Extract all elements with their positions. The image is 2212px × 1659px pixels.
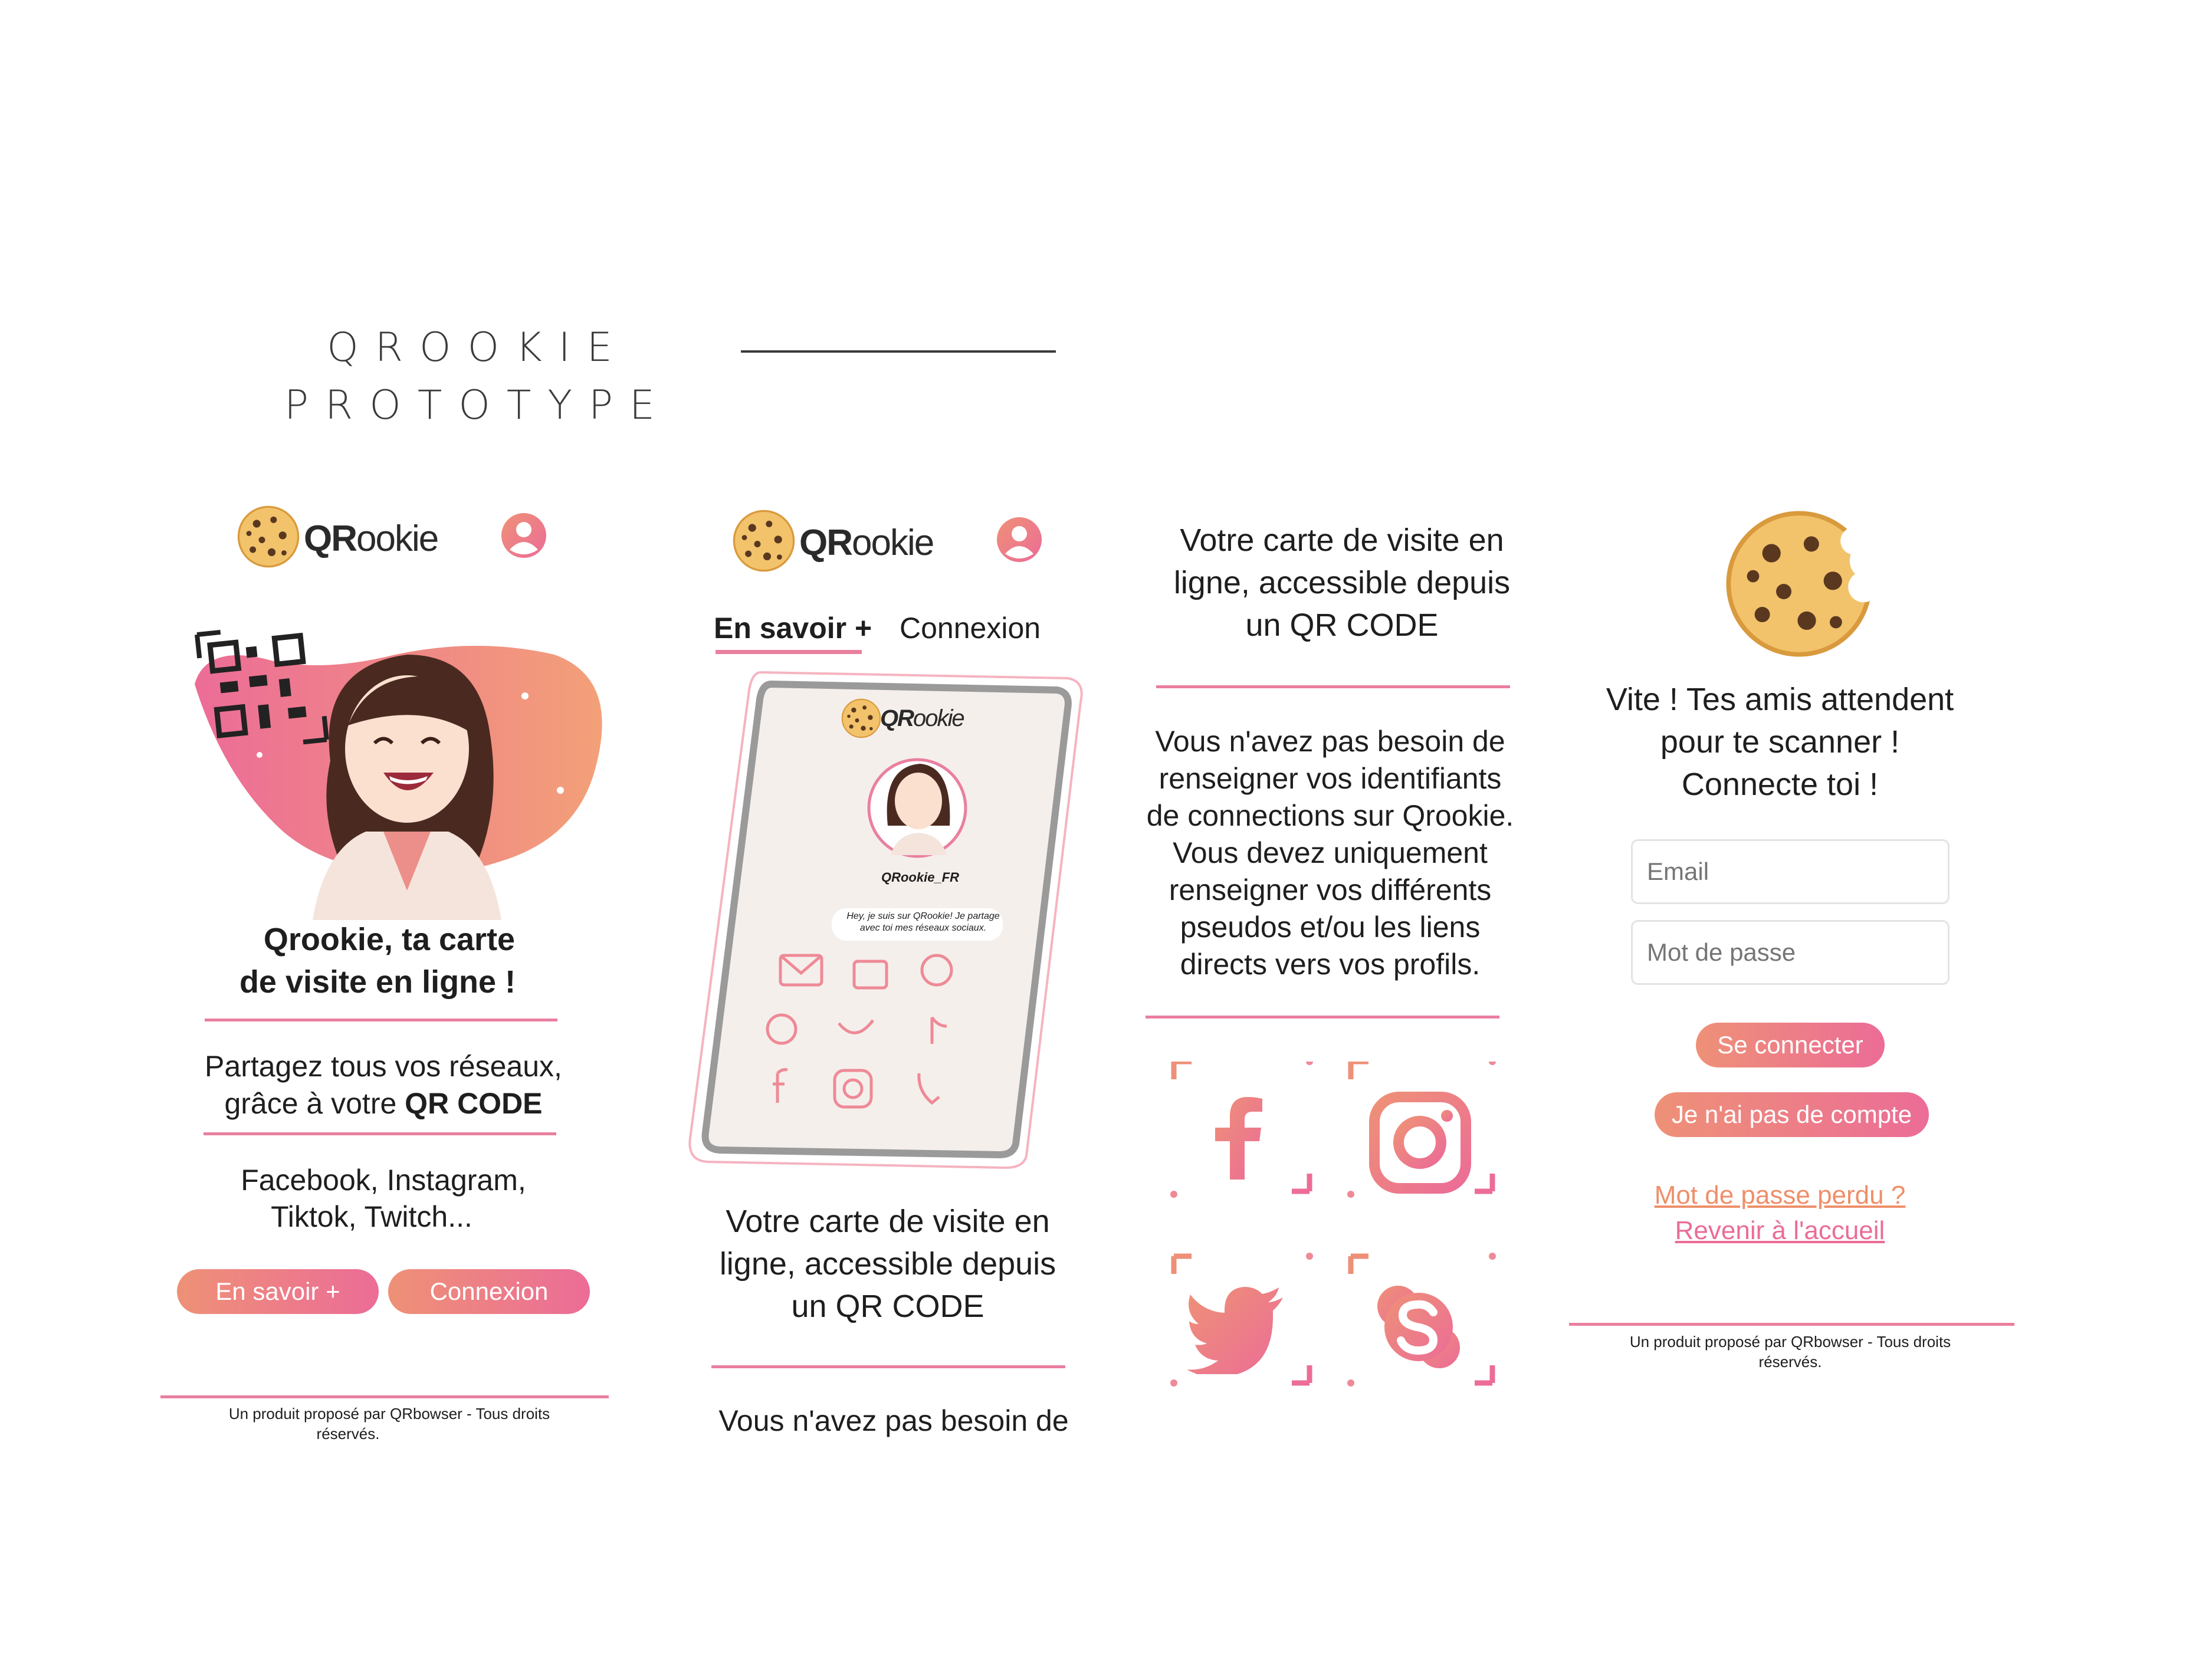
tab-en-savoir-plus[interactable]: En savoir +: [714, 611, 872, 645]
skype-icon[interactable]: [1374, 1283, 1463, 1371]
share-text-line1: Partagez tous vos réseaux,: [205, 1050, 562, 1083]
phone-brand-logo: QRookie: [880, 705, 965, 731]
brand-logo[interactable]: QRookie: [799, 522, 934, 564]
phone-bio-line1: Hey, je suis sur QRookie! Je partage: [846, 911, 1000, 921]
screen-login: Vite ! Tes amis attendent pour te scanne…: [1563, 495, 2035, 1463]
footer-divider: [160, 1395, 609, 1398]
cookie-bitten-icon: [1722, 507, 1876, 661]
cookie-logo-icon[interactable]: [731, 508, 796, 573]
user-profile-icon[interactable]: [500, 512, 547, 559]
instagram-icon[interactable]: [1368, 1091, 1472, 1194]
twitter-icon[interactable]: [1186, 1286, 1286, 1374]
card-text-line2: ligne, accessible depuis: [719, 1246, 1056, 1282]
card-text-line3: un QR CODE: [791, 1289, 984, 1324]
screen-home: QRookie Qrookie, ta carte de visite en l…: [153, 495, 625, 1463]
heading-divider: [741, 350, 1056, 353]
screen-en-savoir-plus: QRookie En savoir + Connexion QRookie QR…: [684, 495, 1109, 1463]
cookie-logo-icon[interactable]: [236, 504, 301, 569]
phone-username: QRookie_FR: [881, 870, 960, 885]
divider: [205, 1019, 557, 1021]
se-connecter-button[interactable]: Se connecter: [1696, 1023, 1885, 1067]
card-text-line1: Votre carte de visite en: [726, 1204, 1050, 1239]
facebook-icon[interactable]: [1203, 1097, 1274, 1180]
screen-info: Votre carte de visite en ligne, accessib…: [1138, 519, 1551, 1463]
footer-text-line2: réservés.: [316, 1425, 380, 1443]
info-paragraph: Vous n'avez pas besoin de renseigner vos…: [1146, 725, 1514, 981]
hero-illustration: [195, 629, 602, 920]
card-text-line1: Votre carte de visite en: [1180, 523, 1504, 558]
brand-logo[interactable]: QRookie: [304, 518, 439, 560]
prototype-title-line2: PROTOTYPE: [284, 382, 671, 429]
tab-connexion[interactable]: Connexion: [900, 611, 1053, 645]
phone-bio-line2: avec toi mes réseaux sociaux.: [859, 923, 987, 933]
card-text-line3: un QR CODE: [1245, 607, 1439, 643]
user-profile-icon[interactable]: [996, 516, 1043, 563]
divider: [1156, 685, 1510, 688]
back-home-link[interactable]: Revenir à l'accueil: [1563, 1216, 1997, 1246]
lost-password-link[interactable]: Mot de passe perdu ?: [1563, 1181, 1997, 1210]
no-account-button[interactable]: Je n'ai pas de compte: [1655, 1092, 1929, 1137]
active-tab-underline: [716, 650, 862, 654]
cut-off-text: Vous n'avez pas besoin de: [718, 1404, 1069, 1437]
divider: [1146, 1016, 1499, 1019]
login-message-line3: Connecte toi !: [1681, 767, 1879, 802]
footer-text-line1: Un produit proposé par QRbowser - Tous d…: [228, 1405, 550, 1423]
home-title-line1: Qrookie, ta carte: [263, 922, 516, 957]
home-title-line2: de visite en ligne !: [239, 964, 516, 1000]
email-field[interactable]: [1631, 839, 1950, 904]
footer-text-line1: Un produit proposé par QRbowser - Tous d…: [1629, 1333, 1951, 1351]
login-message-line2: pour te scanner !: [1660, 724, 1900, 760]
login-message-line1: Vite ! Tes amis attendent: [1606, 682, 1954, 717]
footer-divider: [1569, 1323, 2014, 1326]
en-savoir-plus-button[interactable]: En savoir +: [177, 1269, 379, 1314]
divider: [711, 1365, 1065, 1368]
divider: [204, 1132, 556, 1135]
networks-text-line2: Tiktok, Twitch...: [271, 1200, 472, 1233]
networks-text-line1: Facebook, Instagram,: [241, 1164, 526, 1197]
cookie-logo-icon: [841, 698, 881, 738]
footer-text-line2: réservés.: [1758, 1353, 1822, 1371]
prototype-title-line1: QROOKIE: [327, 324, 629, 371]
card-text-line2: ligne, accessible depuis: [1173, 565, 1511, 600]
password-field[interactable]: [1631, 920, 1950, 985]
share-text-line2: grâce à votre QR CODE: [224, 1087, 543, 1120]
connexion-button[interactable]: Connexion: [388, 1269, 590, 1314]
